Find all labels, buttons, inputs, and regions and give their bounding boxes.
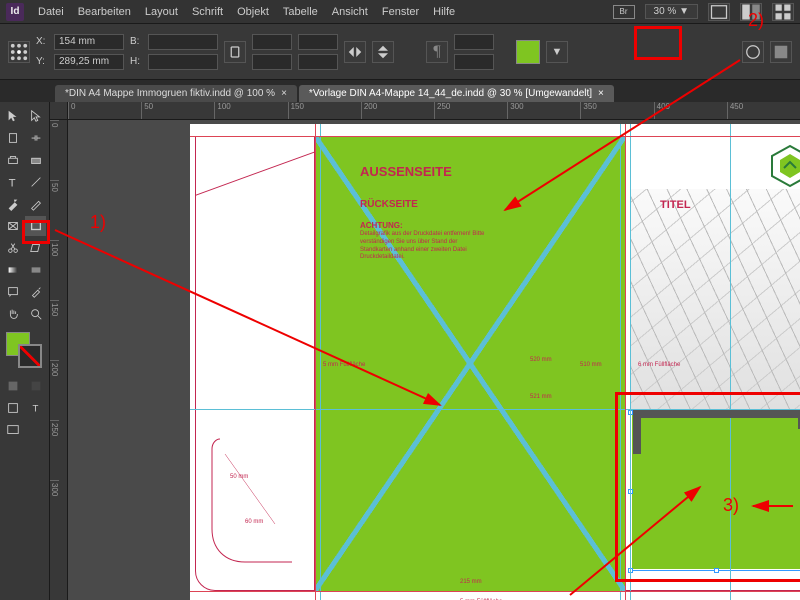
scale-y-input[interactable] xyxy=(252,54,292,70)
menu-ansicht[interactable]: Ansicht xyxy=(332,6,368,18)
screen-mode-tool[interactable] xyxy=(2,420,23,440)
scissors-tool[interactable] xyxy=(2,238,23,258)
color-swatches[interactable] xyxy=(6,332,42,368)
content-placer-tool[interactable] xyxy=(25,150,46,170)
rectangle-frame-tool[interactable] xyxy=(2,216,23,236)
menu-tabelle[interactable]: Tabelle xyxy=(283,6,318,18)
note-tool[interactable] xyxy=(2,282,23,302)
arrow-1 xyxy=(45,225,455,425)
zoom-level[interactable]: 30 % ▼ xyxy=(645,4,698,19)
rotate-input[interactable] xyxy=(298,34,338,50)
annotation-label-1: 1) xyxy=(90,212,106,233)
dim-label: 6 mm Füllfläche xyxy=(638,362,680,368)
arrow-3 xyxy=(747,498,797,514)
dim-label: 520 mm xyxy=(530,357,552,363)
annotation-label-2: 2) xyxy=(748,10,764,31)
stroke-color-swatch[interactable] xyxy=(18,344,42,368)
apply-gradient-icon[interactable] xyxy=(25,376,46,396)
page-tool[interactable] xyxy=(2,128,23,148)
tab-1[interactable]: *DIN A4 Mappe Immogruen fiktiv.indd @ 10… xyxy=(55,85,297,102)
svg-text:T: T xyxy=(8,177,15,189)
flip-v-icon[interactable] xyxy=(372,41,394,63)
reference-point-icon[interactable] xyxy=(8,41,30,63)
menu-schrift[interactable]: Schrift xyxy=(192,6,223,18)
preview-view-icon[interactable]: T xyxy=(25,398,46,418)
arrow-2 xyxy=(490,55,750,225)
selection-tool[interactable] xyxy=(2,106,23,126)
pencil-tool[interactable] xyxy=(25,194,46,214)
x-input[interactable] xyxy=(54,34,124,50)
pen-tool[interactable] xyxy=(2,194,23,214)
menu-layout[interactable]: Layout xyxy=(145,6,178,18)
h-input[interactable] xyxy=(148,54,218,70)
gap-tool[interactable] xyxy=(25,128,46,148)
heading-rueckseite: RÜCKSEITE xyxy=(360,199,418,210)
content-collector-tool[interactable] xyxy=(2,150,23,170)
ruler-origin[interactable] xyxy=(50,102,68,120)
stroke-style-input[interactable] xyxy=(454,54,494,70)
view-mode-icon[interactable] xyxy=(708,3,730,21)
app-icon: Id xyxy=(6,3,24,21)
menu-fenster[interactable]: Fenster xyxy=(382,6,419,18)
toolbox: T xyxy=(0,102,50,600)
w-input[interactable] xyxy=(148,34,218,50)
x-label: X: xyxy=(36,36,50,47)
arrow-3b xyxy=(560,475,720,600)
apply-color-icon[interactable] xyxy=(2,376,23,396)
h-label: H: xyxy=(130,56,144,67)
flip-h-icon[interactable] xyxy=(344,41,366,63)
hand-tool[interactable] xyxy=(2,304,23,324)
annotation-label-3: 3) xyxy=(723,495,739,516)
menu-objekt[interactable]: Objekt xyxy=(237,6,269,18)
w-label: B: xyxy=(130,36,144,47)
type-tool[interactable]: T xyxy=(2,172,23,192)
y-input[interactable] xyxy=(54,54,124,70)
stroke-weight-input[interactable] xyxy=(454,34,494,50)
dim-label: 215 mm xyxy=(460,579,482,585)
dim-label: 521 mm xyxy=(530,394,552,400)
menu-datei[interactable]: Datei xyxy=(38,6,64,18)
constrain-icon[interactable] xyxy=(224,41,246,63)
zoom-tool[interactable] xyxy=(25,304,46,324)
paragraph-icon[interactable]: ¶ xyxy=(426,41,448,63)
scale-x-input[interactable] xyxy=(252,34,292,50)
opacity-icon[interactable] xyxy=(770,41,792,63)
line-tool[interactable] xyxy=(25,172,46,192)
arrange-icon[interactable] xyxy=(772,3,794,21)
flap-fold-lines xyxy=(210,434,300,569)
normal-view-icon[interactable] xyxy=(2,398,23,418)
close-icon[interactable]: × xyxy=(281,88,287,99)
menu-hilfe[interactable]: Hilfe xyxy=(433,6,455,18)
gradient-feather-tool[interactable] xyxy=(25,260,46,280)
bridge-button[interactable]: Br xyxy=(613,5,635,19)
immo-logo xyxy=(770,144,800,188)
menu-bearbeiten[interactable]: Bearbeiten xyxy=(78,6,131,18)
heading-aussenseite: AUSSENSEITE xyxy=(360,164,452,179)
shear-input[interactable] xyxy=(298,54,338,70)
menu-bar: Id Datei Bearbeiten Layout Schrift Objek… xyxy=(0,0,800,24)
dim-label: 510 mm xyxy=(580,362,602,368)
gradient-swatch-tool[interactable] xyxy=(2,260,23,280)
eyedropper-tool[interactable] xyxy=(25,282,46,302)
y-label: Y: xyxy=(36,56,50,67)
direct-selection-tool[interactable] xyxy=(25,106,46,126)
svg-text:T: T xyxy=(32,404,38,415)
